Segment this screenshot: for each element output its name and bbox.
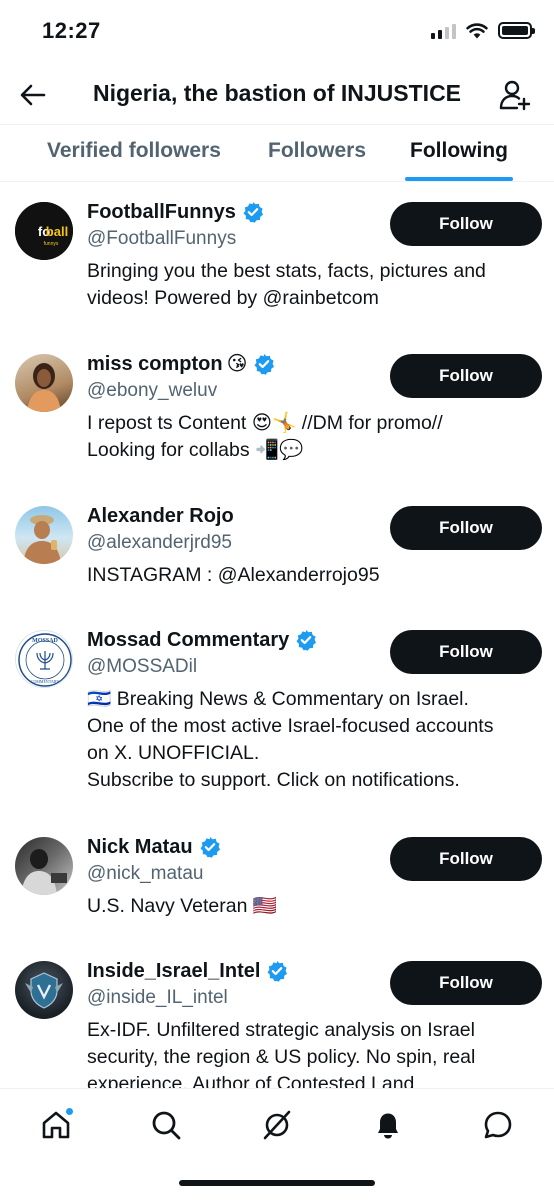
inside-israel-intel-logo [25,972,63,1009]
verified-badge-icon [295,629,317,651]
user-name: miss compton [87,353,223,375]
list-item[interactable]: fo ball funnys FootballFunnys @FootballF… [0,182,554,334]
status-icons [431,22,535,39]
bio-line: videos! Powered by @rainbetcom [87,287,379,309]
nav-messages[interactable] [478,1105,518,1145]
bio-line: One of the most active Israel-focused ac… [87,715,494,737]
follow-button[interactable]: Follow [390,837,542,881]
bio-line: experience. Author of Contested Land [87,1073,415,1088]
avatar[interactable] [15,354,73,412]
list-item[interactable]: MOSSAD COMMENTARY Mossad Commentary @MOS… [0,610,554,817]
follow-button[interactable]: Follow [390,506,542,550]
search-icon [152,1111,181,1140]
bio-line: Looking for collabs 📲💬 [87,439,304,461]
follow-button[interactable]: Follow [390,202,542,246]
bio-line: Subscribe to support. Click on notificat… [87,769,460,791]
user-name: Alexander Rojo [87,505,234,527]
page-header: Nigeria, the bastion of INJUSTICE [0,66,554,124]
back-button[interactable] [18,80,48,110]
tab-followers[interactable]: Followers [268,139,366,163]
user-photo [27,363,61,412]
svg-text:ball: ball [46,224,68,239]
user-name: FootballFunnys [87,201,236,223]
bio-line: on X. UNOFFICIAL. [87,742,260,764]
avatar[interactable]: MOSSAD COMMENTARY [15,630,73,688]
back-arrow-icon [20,84,46,106]
svg-text:funnys: funnys [44,241,59,247]
bio-line: Bringing you the best stats, facts, pict… [87,260,486,282]
verified-badge-icon [242,201,264,223]
user-photo [21,849,67,895]
add-user-button[interactable] [498,78,532,112]
follow-button[interactable]: Follow [390,630,542,674]
notifications-bell-icon [378,1113,398,1139]
seal-text-top: MOSSAD [32,638,58,644]
nav-home[interactable] [36,1105,76,1145]
nav-search[interactable] [146,1105,186,1145]
list-item[interactable]: Alexander Rojo @alexanderjrd95 INSTAGRAM… [0,486,554,610]
user-bio: INSTAGRAM : @Alexanderrojo95 [87,562,540,589]
list-item[interactable]: miss compton 😘 @ebony_weluv I repost ts … [0,334,554,486]
user-bio: 🇮🇱 Breaking News & Commentary on Israel.… [87,686,540,794]
status-time: 12:27 [42,18,101,43]
tab-bar: Verified followers Followers Following [0,124,554,182]
active-tab-indicator [405,177,513,181]
user-name: Nick Matau [87,836,193,858]
page-title: Nigeria, the bastion of INJUSTICE [92,80,462,106]
bio-line: 🇮🇱 Breaking News & Commentary on Israel. [87,688,469,710]
nav-notifications[interactable] [368,1105,408,1145]
verified-badge-icon [199,836,221,858]
user-bio: Bringing you the best stats, facts, pict… [87,258,540,312]
wifi-icon [466,22,488,38]
notification-dot [65,1107,74,1116]
user-bio: U.S. Navy Veteran 🇺🇸 [87,893,540,920]
avatar[interactable] [15,961,73,1019]
add-user-icon [499,80,531,111]
seal-text-bottom: COMMENTARY [31,679,59,684]
user-bio: Ex-IDF. Unfiltered strategic analysis on… [87,1017,540,1088]
user-name: Inside_Israel_Intel [87,960,261,982]
tab-following[interactable]: Following [410,139,508,163]
user-name: Mossad Commentary [87,629,290,651]
avatar[interactable] [15,837,73,895]
user-photo [23,515,61,564]
mossad-commentary-seal: MOSSAD COMMENTARY [18,633,72,687]
list-item[interactable]: Nick Matau @nick_matau U.S. Navy Veteran… [0,817,554,941]
bio-line: Ex-IDF. Unfiltered strategic analysis on… [87,1019,475,1041]
footballfunnys-logo: fo ball funnys [15,202,73,260]
grok-icon [263,1110,291,1140]
messages-icon [484,1111,512,1139]
following-list: fo ball funnys FootballFunnys @FootballF… [0,182,554,1088]
tab-verified-followers[interactable]: Verified followers [47,139,221,163]
bio-line: I repost ts Content 😍🤸 //DM for promo// [87,412,443,434]
battery-icon [498,22,535,39]
verified-badge-icon [253,353,275,375]
cellular-signal-icon [431,23,456,39]
bio-line: INSTAGRAM : @Alexanderrojo95 [87,564,380,586]
nav-grok[interactable] [257,1105,297,1145]
user-bio: I repost ts Content 😍🤸 //DM for promo// … [87,410,540,464]
home-indicator [179,1180,375,1186]
verified-badge-icon [266,960,288,982]
status-bar: 12:27 [0,0,554,66]
bio-line: security, the region & US policy. No spi… [87,1046,476,1068]
bio-line: U.S. Navy Veteran 🇺🇸 [87,895,278,917]
name-emoji: 😘 [226,353,248,375]
list-item[interactable]: Inside_Israel_Intel @inside_IL_intel Ex-… [0,941,554,1088]
avatar[interactable]: fo ball funnys [15,202,73,260]
avatar[interactable] [15,506,73,564]
follow-button[interactable]: Follow [390,961,542,1005]
follow-button[interactable]: Follow [390,354,542,398]
